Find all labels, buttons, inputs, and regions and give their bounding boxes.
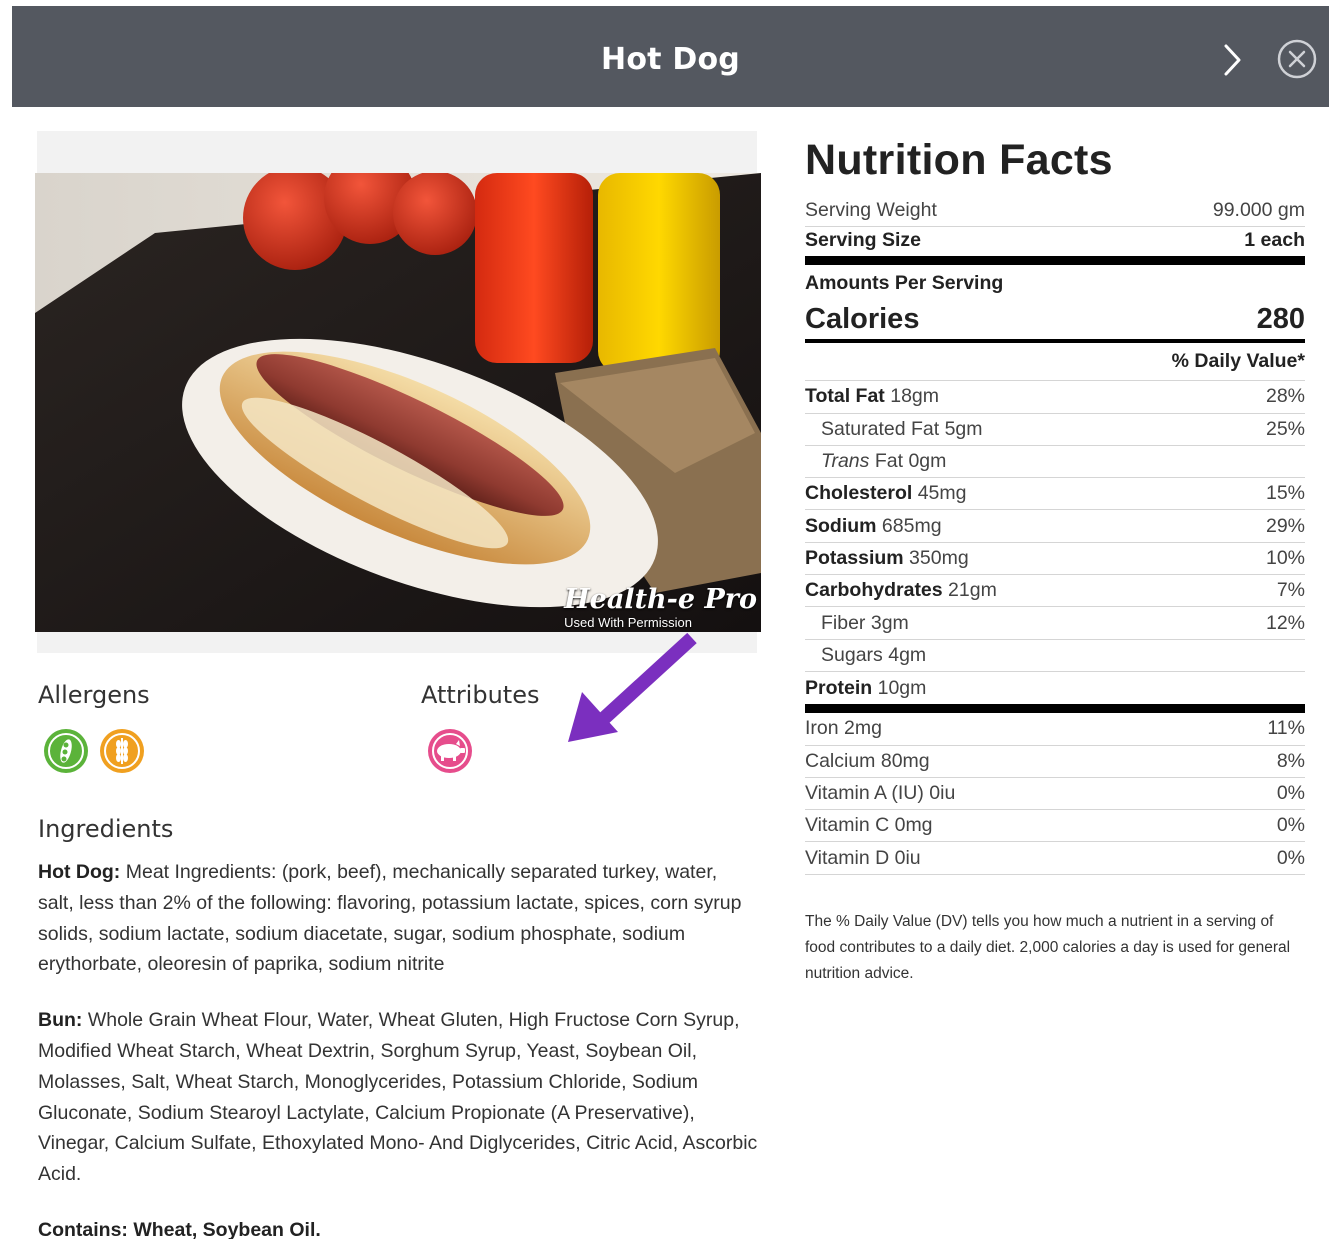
nutrient-label: Protein — [805, 676, 873, 699]
calcium-row: Calcium 80mg 8% — [805, 746, 1305, 778]
modal-header: Hot Dog — [12, 6, 1329, 107]
watermark-subtitle: Used With Permission — [564, 615, 692, 630]
bun-ingredient-list: Whole Grain Wheat Flour, Water, Wheat Gl… — [38, 1009, 758, 1186]
fiber-row: Fiber 3gm 12% — [805, 607, 1305, 640]
serving-weight-value: 99.000 gm — [1212, 199, 1305, 222]
serving-size-value: 1 each — [1244, 229, 1305, 252]
iron-row: Iron 2mg 11% — [805, 713, 1305, 746]
contains-statement: Contains: Wheat, Soybean Oil. — [38, 1218, 321, 1239]
nutrient-label-italic: Trans — [821, 450, 870, 473]
watermark: Health-e Pro Used With Permission — [564, 584, 757, 630]
nutrient-label: Vitamin D — [805, 846, 890, 869]
nutrient-amount: 0iu — [929, 782, 956, 804]
nutrient-amount: 350mg — [909, 546, 969, 569]
vitamin-d-row: Vitamin D 0iu 0% — [805, 842, 1305, 875]
nutrient-dv: 28% — [1265, 385, 1305, 408]
nutrient-amount: 685mg — [881, 514, 942, 537]
nutrient-label: Carbohydrates — [805, 579, 943, 602]
nutrient-dv: 12% — [1265, 611, 1305, 634]
nutrient-dv: 11% — [1267, 717, 1305, 740]
nutrient-amount: 18gm — [890, 385, 940, 408]
sodium-row: Sodium 685mg 29% — [805, 510, 1305, 543]
cholesterol-row: Cholesterol 45mg 15% — [805, 478, 1305, 511]
soy-icon[interactable] — [42, 727, 90, 775]
vitamin-c-row: Vitamin C 0mg 0% — [805, 810, 1305, 843]
close-circle-icon — [1277, 39, 1317, 79]
nutrient-amount: 21gm — [948, 579, 997, 602]
calories-value: 280 — [1256, 302, 1305, 335]
daily-value-header: % Daily Value* — [805, 343, 1305, 382]
daily-value-footnote: The % Daily Value (DV) tells you how muc… — [805, 912, 1291, 982]
nutrient-label: Sodium — [805, 514, 877, 537]
sugars-row: Sugars 4gm — [805, 640, 1305, 672]
next-item-button[interactable] — [1217, 40, 1247, 80]
nutrition-facts-title: Nutrition Facts — [805, 136, 1113, 184]
nutrient-dv: 7% — [1276, 579, 1305, 602]
nutrient-amount: 45mg — [917, 482, 967, 505]
serving-weight-label: Serving Weight — [805, 199, 937, 222]
nutrient-dv: 25% — [1265, 417, 1305, 440]
nutrient-amount: 10gm — [877, 676, 927, 699]
hotdog-ingredients: Hot Dog: Meat Ingredients: (pork, beef),… — [38, 857, 758, 980]
nutrient-amount: 0mg — [894, 814, 933, 837]
nutrient-label: Vitamin A (IU) — [805, 782, 924, 804]
hot-dog-image — [35, 173, 761, 632]
nutrient-label: Iron — [805, 717, 839, 740]
nutrient-amount: 2mg — [844, 717, 882, 740]
saturated-fat-row: Saturated Fat 5gm 25% — [805, 414, 1305, 446]
nutrient-dv: 10% — [1265, 546, 1305, 569]
chevron-right-icon — [1224, 44, 1241, 76]
nutrient-label: Calcium — [805, 749, 876, 772]
serving-weight-row: Serving Weight 99.000 gm — [805, 195, 1305, 228]
ingredients-text: Hot Dog: Meat Ingredients: (pork, beef),… — [38, 857, 758, 1239]
trans-fat-row: Trans Fat 0gm — [805, 446, 1305, 479]
nutrient-dv: 15% — [1265, 482, 1305, 505]
carbohydrates-row: Carbohydrates 21gm 7% — [805, 575, 1305, 608]
item-title: Hot Dog — [601, 42, 740, 77]
nutrient-amount: 0iu — [894, 846, 921, 869]
attributes-heading: Attributes — [421, 681, 540, 709]
bun-label: Bun: — [38, 1009, 83, 1032]
amounts-per-serving: Amounts Per Serving — [805, 272, 1004, 295]
pork-icon[interactable] — [426, 727, 474, 775]
section-divider — [805, 704, 1305, 714]
allergens-heading: Allergens — [38, 681, 150, 709]
serving-size-row: Serving Size 1 each — [805, 227, 1305, 266]
protein-row: Protein 10gm — [805, 672, 1305, 704]
nutrient-label: Total Fat — [805, 385, 885, 408]
annotation-arrow — [568, 632, 697, 742]
food-photo: Health-e Pro Used With Permission — [35, 173, 761, 632]
nutrient-label: Sugars — [821, 643, 883, 666]
nutrient-dv: 0% — [1276, 814, 1305, 837]
nutrition-facts-panel: Nutrition Facts Serving Weight 99.000 gm… — [805, 133, 1305, 987]
nutrient-dv: 8% — [1276, 749, 1305, 772]
nutrient-amount: 4gm — [888, 643, 927, 666]
nutrient-dv: 0% — [1276, 846, 1305, 869]
hotdog-ingredient-list: Meat Ingredients: (pork, beef), mechanic… — [38, 861, 742, 976]
hotdog-label: Hot Dog: — [38, 861, 121, 883]
potassium-row: Potassium 350mg 10% — [805, 543, 1305, 576]
nutrient-label: Cholesterol — [805, 482, 913, 505]
nutrient-amount: 0gm — [908, 450, 947, 473]
wheat-icon[interactable] — [98, 727, 146, 775]
nutrient-label: Potassium — [805, 546, 904, 569]
calories-label: Calories — [805, 302, 920, 335]
vitamin-a-row: Vitamin A (IU) 0iu 0% — [805, 778, 1305, 811]
calories-row: Calories 280 — [805, 299, 1305, 344]
nutrient-label: Saturated Fat — [821, 417, 940, 440]
nutrient-dv: 0% — [1276, 782, 1305, 804]
ingredients-heading: Ingredients — [38, 815, 174, 843]
serving-size-label: Serving Size — [805, 229, 921, 252]
nutrient-label: Vitamin C — [805, 814, 890, 837]
watermark-brand: Health-e Pro — [564, 584, 757, 615]
nutrient-dv: 29% — [1265, 514, 1305, 537]
nutrient-label: Fiber — [821, 611, 866, 634]
total-fat-row: Total Fat 18gm 28% — [805, 381, 1305, 414]
nutrient-amount: 3gm — [870, 611, 909, 634]
bun-ingredients: Bun: Whole Grain Wheat Flour, Water, Whe… — [38, 1005, 758, 1190]
close-button[interactable] — [1276, 38, 1318, 80]
nutrient-amount: 80mg — [880, 749, 930, 772]
nutrient-label: Fat — [874, 450, 904, 473]
nutrient-amount: 5gm — [944, 417, 983, 440]
